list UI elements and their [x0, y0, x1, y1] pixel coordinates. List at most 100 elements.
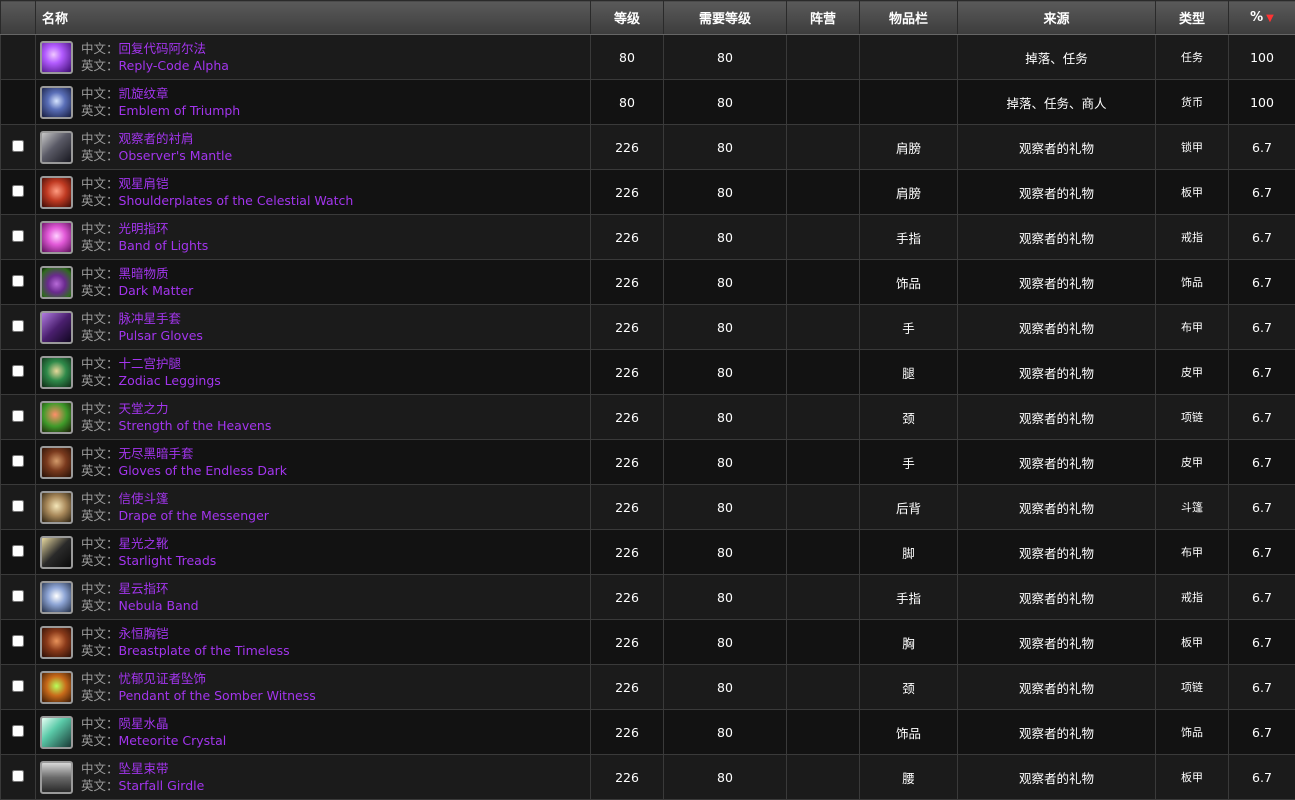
item-name-en[interactable]: Reply-Code Alpha — [119, 58, 229, 73]
item-name-cn[interactable]: 无尽黑暗手套 — [119, 446, 194, 461]
row-checkbox[interactable] — [12, 140, 24, 152]
faction-cell — [787, 530, 860, 575]
crystal-icon[interactable] — [40, 716, 73, 749]
level-cell: 226 — [591, 440, 664, 485]
header-req-level[interactable]: 需要等级 — [664, 1, 787, 35]
item-name-cn[interactable]: 信使斗篷 — [119, 491, 169, 506]
header-source[interactable]: 来源 — [958, 1, 1156, 35]
girdle-icon[interactable] — [40, 761, 73, 794]
ring-icon[interactable] — [40, 581, 73, 614]
row-checkbox[interactable] — [12, 545, 24, 557]
row-checkbox[interactable] — [12, 500, 24, 512]
item-name-en[interactable]: Pulsar Gloves — [119, 328, 203, 343]
table-row[interactable]: 中文：星光之靴 英文：Starlight Treads 226 80 脚 观察者… — [1, 530, 1295, 575]
row-checkbox[interactable] — [12, 455, 24, 467]
item-name-cn[interactable]: 天堂之力 — [119, 401, 169, 416]
ring-icon[interactable] — [40, 221, 73, 254]
table-row[interactable]: 中文：凯旋纹章 英文：Emblem of Triumph 80 80 掉落、任务… — [1, 80, 1295, 125]
row-checkbox[interactable] — [12, 410, 24, 422]
purple-code-icon[interactable] — [40, 41, 73, 74]
pendant-icon[interactable] — [40, 671, 73, 704]
item-name-en[interactable]: Dark Matter — [119, 283, 194, 298]
row-checkbox[interactable] — [12, 275, 24, 287]
boots-icon[interactable] — [40, 536, 73, 569]
table-row[interactable]: 中文：星云指环 英文：Nebula Band 226 80 手指 观察者的礼物 … — [1, 575, 1295, 620]
item-name-cn[interactable]: 脉冲星手套 — [119, 311, 182, 326]
item-name-cn[interactable]: 忧郁见证者坠饰 — [119, 671, 207, 686]
row-checkbox[interactable] — [12, 770, 24, 782]
cn-label: 中文： — [81, 176, 119, 191]
table-row[interactable]: 中文：脉冲星手套 英文：Pulsar Gloves 226 80 手 观察者的礼… — [1, 305, 1295, 350]
item-name-en[interactable]: Pendant of the Somber Witness — [119, 688, 316, 703]
item-name-en[interactable]: Observer's Mantle — [119, 148, 233, 163]
gloves-icon[interactable] — [40, 446, 73, 479]
header-level[interactable]: 等级 — [591, 1, 664, 35]
cloak-icon[interactable] — [40, 491, 73, 524]
emblem-icon[interactable] — [40, 86, 73, 119]
item-name-en[interactable]: Drape of the Messenger — [119, 508, 269, 523]
item-name-en[interactable]: Shoulderplates of the Celestial Watch — [119, 193, 354, 208]
table-row[interactable]: 中文：坠星束带 英文：Starfall Girdle 226 80 腰 观察者的… — [1, 755, 1295, 800]
item-name-en[interactable]: Zodiac Leggings — [119, 373, 221, 388]
necklace-icon[interactable] — [40, 401, 73, 434]
table-row[interactable]: 中文：光明指环 英文：Band of Lights 226 80 手指 观察者的… — [1, 215, 1295, 260]
mantle-icon[interactable] — [40, 131, 73, 164]
faction-cell — [787, 260, 860, 305]
row-checkbox[interactable] — [12, 635, 24, 647]
item-name-cn[interactable]: 星云指环 — [119, 581, 169, 596]
item-name-en[interactable]: Breastplate of the Timeless — [119, 643, 290, 658]
shoulderplate-icon[interactable] — [40, 176, 73, 209]
name-cell: 中文：坠星束带 英文：Starfall Girdle — [36, 755, 591, 800]
item-name-cn[interactable]: 黑暗物质 — [119, 266, 169, 281]
row-checkbox[interactable] — [12, 365, 24, 377]
table-row[interactable]: 中文：无尽黑暗手套 英文：Gloves of the Endless Dark … — [1, 440, 1295, 485]
item-name-en[interactable]: Gloves of the Endless Dark — [119, 463, 287, 478]
item-name-cn[interactable]: 观察者的衬肩 — [119, 131, 194, 146]
row-checkbox[interactable] — [12, 590, 24, 602]
en-label: 英文： — [81, 148, 119, 163]
table-row[interactable]: 中文：信使斗篷 英文：Drape of the Messenger 226 80… — [1, 485, 1295, 530]
item-name-en[interactable]: Nebula Band — [119, 598, 199, 613]
row-checkbox[interactable] — [12, 680, 24, 692]
header-type[interactable]: 类型 — [1156, 1, 1229, 35]
header-faction[interactable]: 阵营 — [787, 1, 860, 35]
table-row[interactable]: 中文：观察者的衬肩 英文：Observer's Mantle 226 80 肩膀… — [1, 125, 1295, 170]
item-name-cn[interactable]: 永恒胸铠 — [119, 626, 169, 641]
leggings-icon[interactable] — [40, 356, 73, 389]
header-slot[interactable]: 物品栏 — [860, 1, 958, 35]
row-checkbox[interactable] — [12, 725, 24, 737]
table-row[interactable]: 中文：忧郁见证者坠饰 英文：Pendant of the Somber Witn… — [1, 665, 1295, 710]
item-name-cn[interactable]: 陨星水晶 — [119, 716, 169, 731]
name-cell: 中文：回复代码阿尔法 英文：Reply-Code Alpha — [36, 35, 591, 80]
item-name-cn[interactable]: 十二宫护腿 — [119, 356, 182, 371]
table-row[interactable]: 中文：观星肩铠 英文：Shoulderplates of the Celesti… — [1, 170, 1295, 215]
item-name-en[interactable]: Emblem of Triumph — [119, 103, 241, 118]
item-name-cn[interactable]: 观星肩铠 — [119, 176, 169, 191]
table-row[interactable]: 中文：陨星水晶 英文：Meteorite Crystal 226 80 饰品 观… — [1, 710, 1295, 755]
table-row[interactable]: 中文：天堂之力 英文：Strength of the Heavens 226 8… — [1, 395, 1295, 440]
item-name-en[interactable]: Strength of the Heavens — [119, 418, 272, 433]
row-checkbox[interactable] — [12, 185, 24, 197]
item-name-cn[interactable]: 光明指环 — [119, 221, 169, 236]
item-name-en[interactable]: Meteorite Crystal — [119, 733, 227, 748]
item-name-en[interactable]: Starfall Girdle — [119, 778, 205, 793]
header-name[interactable]: 名称 — [36, 1, 591, 35]
faction-cell — [787, 125, 860, 170]
header-percent[interactable]: %▼ — [1229, 1, 1295, 35]
item-name-en[interactable]: Band of Lights — [119, 238, 209, 253]
source-cell: 观察者的礼物 — [958, 485, 1156, 530]
dark-matter-icon[interactable] — [40, 266, 73, 299]
item-name-cn[interactable]: 凯旋纹章 — [119, 86, 169, 101]
gloves-icon[interactable] — [40, 311, 73, 344]
item-name-en[interactable]: Starlight Treads — [119, 553, 217, 568]
item-name-cn[interactable]: 星光之靴 — [119, 536, 169, 551]
item-name-cn[interactable]: 回复代码阿尔法 — [119, 41, 207, 56]
row-checkbox[interactable] — [12, 320, 24, 332]
table-row[interactable]: 中文：十二宫护腿 英文：Zodiac Leggings 226 80 腿 观察者… — [1, 350, 1295, 395]
table-row[interactable]: 中文：永恒胸铠 英文：Breastplate of the Timeless 2… — [1, 620, 1295, 665]
breastplate-icon[interactable] — [40, 626, 73, 659]
table-row[interactable]: 中文：黑暗物质 英文：Dark Matter 226 80 饰品 观察者的礼物 … — [1, 260, 1295, 305]
item-name-cn[interactable]: 坠星束带 — [119, 761, 169, 776]
table-row[interactable]: 中文：回复代码阿尔法 英文：Reply-Code Alpha 80 80 掉落、… — [1, 35, 1295, 80]
row-checkbox[interactable] — [12, 230, 24, 242]
